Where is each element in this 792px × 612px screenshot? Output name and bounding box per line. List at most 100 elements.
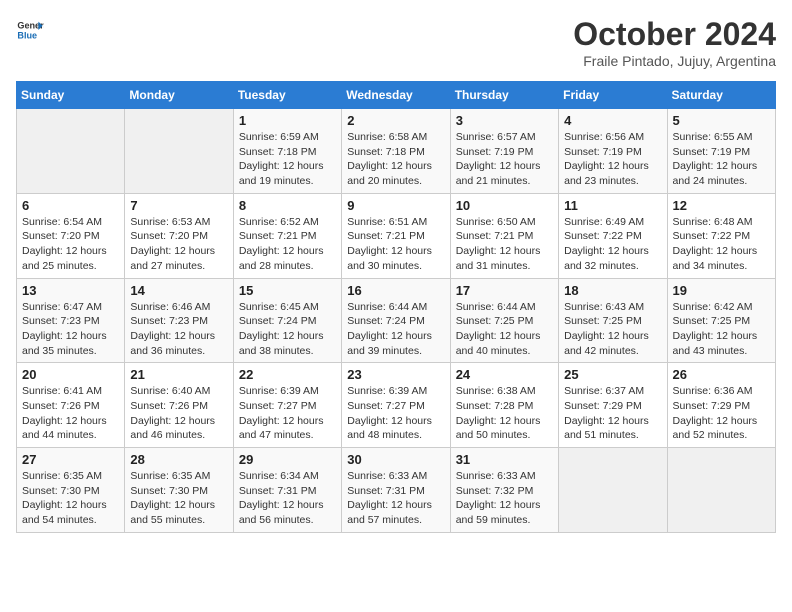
day-number: 12 [673, 198, 770, 213]
day-number: 29 [239, 452, 336, 467]
weekday-header-saturday: Saturday [667, 82, 775, 109]
day-number: 1 [239, 113, 336, 128]
calendar-cell: 8 Sunrise: 6:52 AM Sunset: 7:21 PM Daylig… [233, 193, 341, 278]
calendar-table: SundayMondayTuesdayWednesdayThursdayFrid… [16, 81, 776, 533]
day-info: Sunrise: 6:40 AM Sunset: 7:26 PM Dayligh… [130, 384, 227, 443]
day-number: 10 [456, 198, 553, 213]
day-number: 5 [673, 113, 770, 128]
day-info: Sunrise: 6:38 AM Sunset: 7:28 PM Dayligh… [456, 384, 553, 443]
calendar-week-5: 27Sunrise: 6:35 AM Sunset: 7:30 PM Dayli… [17, 448, 776, 533]
day-number: 21 [130, 367, 227, 382]
calendar-cell: 13Sunrise: 6:47 AM Sunset: 7:23 PM Dayli… [17, 278, 125, 363]
calendar-cell: 14 Sunrise: 6:46 AM Sunset: 7:23 PM Dayli… [125, 278, 233, 363]
day-number: 31 [456, 452, 553, 467]
day-info: Sunrise: 6:39 AM Sunset: 7:27 PM Dayligh… [239, 384, 336, 443]
day-number: 2 [347, 113, 444, 128]
day-number: 24 [456, 367, 553, 382]
day-info: Sunrise: 6:58 AM Sunset: 7:18 PM Dayligh… [347, 130, 444, 189]
day-info: Sunrise: 6:37 AM Sunset: 7:29 PM Dayligh… [564, 384, 661, 443]
calendar-cell: 10 Sunrise: 6:50 AM Sunset: 7:21 PM Dayli… [450, 193, 558, 278]
weekday-header-sunday: Sunday [17, 82, 125, 109]
day-number: 8 [239, 198, 336, 213]
calendar-week-2: 6Sunrise: 6:54 AM Sunset: 7:20 PM Daylig… [17, 193, 776, 278]
day-info: Sunrise: 6:35 AM Sunset: 7:30 PM Dayligh… [130, 469, 227, 528]
calendar-cell: 17 Sunrise: 6:44 AM Sunset: 7:25 PM Dayli… [450, 278, 558, 363]
calendar-cell [559, 448, 667, 533]
day-info: Sunrise: 6:59 AM Sunset: 7:18 PM Dayligh… [239, 130, 336, 189]
title-block: October 2024 Fraile Pintado, Jujuy, Arge… [573, 16, 776, 69]
day-info: Sunrise: 6:52 AM Sunset: 7:21 PM Dayligh… [239, 215, 336, 274]
day-number: 22 [239, 367, 336, 382]
calendar-cell: 31 Sunrise: 6:33 AM Sunset: 7:32 PM Dayli… [450, 448, 558, 533]
day-number: 28 [130, 452, 227, 467]
calendar-cell: 1 Sunrise: 6:59 AM Sunset: 7:18 PM Daylig… [233, 109, 341, 194]
day-number: 25 [564, 367, 661, 382]
logo-icon: General Blue [16, 16, 44, 44]
day-number: 9 [347, 198, 444, 213]
day-number: 30 [347, 452, 444, 467]
calendar-cell [17, 109, 125, 194]
calendar-cell [667, 448, 775, 533]
day-number: 4 [564, 113, 661, 128]
day-info: Sunrise: 6:41 AM Sunset: 7:26 PM Dayligh… [22, 384, 119, 443]
calendar-cell: 9 Sunrise: 6:51 AM Sunset: 7:21 PM Daylig… [342, 193, 450, 278]
day-number: 17 [456, 283, 553, 298]
day-number: 16 [347, 283, 444, 298]
day-info: Sunrise: 6:44 AM Sunset: 7:24 PM Dayligh… [347, 300, 444, 359]
day-number: 14 [130, 283, 227, 298]
calendar-cell: 23 Sunrise: 6:39 AM Sunset: 7:27 PM Dayli… [342, 363, 450, 448]
calendar-cell: 11Sunrise: 6:49 AM Sunset: 7:22 PM Dayli… [559, 193, 667, 278]
day-number: 3 [456, 113, 553, 128]
weekday-header-friday: Friday [559, 82, 667, 109]
location-subtitle: Fraile Pintado, Jujuy, Argentina [573, 53, 776, 69]
day-info: Sunrise: 6:35 AM Sunset: 7:30 PM Dayligh… [22, 469, 119, 528]
day-info: Sunrise: 6:45 AM Sunset: 7:24 PM Dayligh… [239, 300, 336, 359]
calendar-cell: 4 Sunrise: 6:56 AM Sunset: 7:19 PM Daylig… [559, 109, 667, 194]
month-title: October 2024 [573, 16, 776, 53]
weekday-header-wednesday: Wednesday [342, 82, 450, 109]
calendar-cell: 5 Sunrise: 6:55 AM Sunset: 7:19 PM Daylig… [667, 109, 775, 194]
calendar-cell: 19 Sunrise: 6:42 AM Sunset: 7:25 PM Dayli… [667, 278, 775, 363]
calendar-cell: 22 Sunrise: 6:39 AM Sunset: 7:27 PM Dayli… [233, 363, 341, 448]
weekday-header-tuesday: Tuesday [233, 82, 341, 109]
day-number: 20 [22, 367, 119, 382]
calendar-cell: 24 Sunrise: 6:38 AM Sunset: 7:28 PM Dayli… [450, 363, 558, 448]
calendar-cell: 6Sunrise: 6:54 AM Sunset: 7:20 PM Daylig… [17, 193, 125, 278]
calendar-cell [125, 109, 233, 194]
day-info: Sunrise: 6:33 AM Sunset: 7:31 PM Dayligh… [347, 469, 444, 528]
day-info: Sunrise: 6:42 AM Sunset: 7:25 PM Dayligh… [673, 300, 770, 359]
calendar-week-1: 1 Sunrise: 6:59 AM Sunset: 7:18 PM Daylig… [17, 109, 776, 194]
calendar-cell: 16 Sunrise: 6:44 AM Sunset: 7:24 PM Dayli… [342, 278, 450, 363]
day-number: 6 [22, 198, 119, 213]
day-number: 15 [239, 283, 336, 298]
day-info: Sunrise: 6:55 AM Sunset: 7:19 PM Dayligh… [673, 130, 770, 189]
day-info: Sunrise: 6:43 AM Sunset: 7:25 PM Dayligh… [564, 300, 661, 359]
calendar-week-4: 20 Sunrise: 6:41 AM Sunset: 7:26 PM Dayli… [17, 363, 776, 448]
calendar-cell: 21 Sunrise: 6:40 AM Sunset: 7:26 PM Dayli… [125, 363, 233, 448]
page-header: General Blue October 2024 Fraile Pintado… [16, 16, 776, 69]
calendar-cell: 20 Sunrise: 6:41 AM Sunset: 7:26 PM Dayli… [17, 363, 125, 448]
day-number: 19 [673, 283, 770, 298]
day-info: Sunrise: 6:33 AM Sunset: 7:32 PM Dayligh… [456, 469, 553, 528]
calendar-cell: 2 Sunrise: 6:58 AM Sunset: 7:18 PM Daylig… [342, 109, 450, 194]
day-info: Sunrise: 6:48 AM Sunset: 7:22 PM Dayligh… [673, 215, 770, 274]
calendar-cell: 26 Sunrise: 6:36 AM Sunset: 7:29 PM Dayli… [667, 363, 775, 448]
day-info: Sunrise: 6:53 AM Sunset: 7:20 PM Dayligh… [130, 215, 227, 274]
logo: General Blue [16, 16, 44, 44]
day-info: Sunrise: 6:36 AM Sunset: 7:29 PM Dayligh… [673, 384, 770, 443]
day-info: Sunrise: 6:46 AM Sunset: 7:23 PM Dayligh… [130, 300, 227, 359]
day-number: 18 [564, 283, 661, 298]
day-number: 26 [673, 367, 770, 382]
calendar-week-3: 13Sunrise: 6:47 AM Sunset: 7:23 PM Dayli… [17, 278, 776, 363]
calendar-cell: 29Sunrise: 6:34 AM Sunset: 7:31 PM Dayli… [233, 448, 341, 533]
day-info: Sunrise: 6:47 AM Sunset: 7:23 PM Dayligh… [22, 300, 119, 359]
day-info: Sunrise: 6:50 AM Sunset: 7:21 PM Dayligh… [456, 215, 553, 274]
day-number: 23 [347, 367, 444, 382]
calendar-cell: 27Sunrise: 6:35 AM Sunset: 7:30 PM Dayli… [17, 448, 125, 533]
day-info: Sunrise: 6:44 AM Sunset: 7:25 PM Dayligh… [456, 300, 553, 359]
day-info: Sunrise: 6:51 AM Sunset: 7:21 PM Dayligh… [347, 215, 444, 274]
day-info: Sunrise: 6:56 AM Sunset: 7:19 PM Dayligh… [564, 130, 661, 189]
weekday-header-thursday: Thursday [450, 82, 558, 109]
day-number: 11 [564, 198, 661, 213]
day-info: Sunrise: 6:39 AM Sunset: 7:27 PM Dayligh… [347, 384, 444, 443]
